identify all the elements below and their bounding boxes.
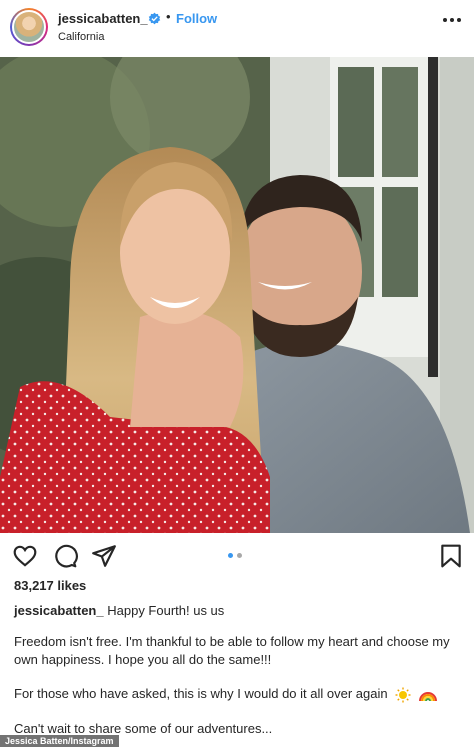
caption-first-line: jessicabatten_ Happy Fourth! us us [14, 603, 224, 618]
caption-text: Happy Fourth! us us [107, 603, 225, 618]
location-link[interactable]: California [58, 31, 104, 43]
post-photo[interactable] [0, 57, 474, 533]
share-icon[interactable] [91, 543, 117, 569]
carousel-dot [237, 553, 242, 558]
carousel-dot-active [228, 553, 233, 558]
caption-paragraph-1: Freedom isn't free. I'm thankful to be a… [14, 634, 450, 667]
sun-emoji-icon [395, 687, 411, 703]
rainbow-emoji-icon [418, 691, 437, 701]
photo-credit: Jessica Batten/Instagram [0, 735, 119, 747]
comment-icon[interactable] [52, 543, 78, 569]
caption-paragraph-2-text: For those who have asked, this is why I … [14, 686, 388, 701]
action-bar [0, 533, 474, 577]
username-link[interactable]: jessicabatten_ [58, 11, 148, 26]
carousel-indicator [228, 553, 248, 559]
bookmark-icon[interactable] [438, 543, 464, 569]
verified-badge-icon [148, 12, 161, 25]
profile-avatar[interactable] [10, 8, 48, 46]
caption-paragraph-2: For those who have asked, this is why I … [14, 685, 464, 703]
post-header: jessicabatten_ • Follow California [0, 0, 474, 57]
likes-count[interactable]: 83,217 likes [14, 578, 86, 593]
separator-dot: • [166, 9, 171, 24]
couple-photo [0, 57, 474, 533]
more-options-icon[interactable] [443, 18, 461, 24]
caption-username[interactable]: jessicabatten_ [14, 603, 104, 618]
heart-icon[interactable] [12, 543, 38, 569]
follow-button[interactable]: Follow [176, 11, 217, 26]
